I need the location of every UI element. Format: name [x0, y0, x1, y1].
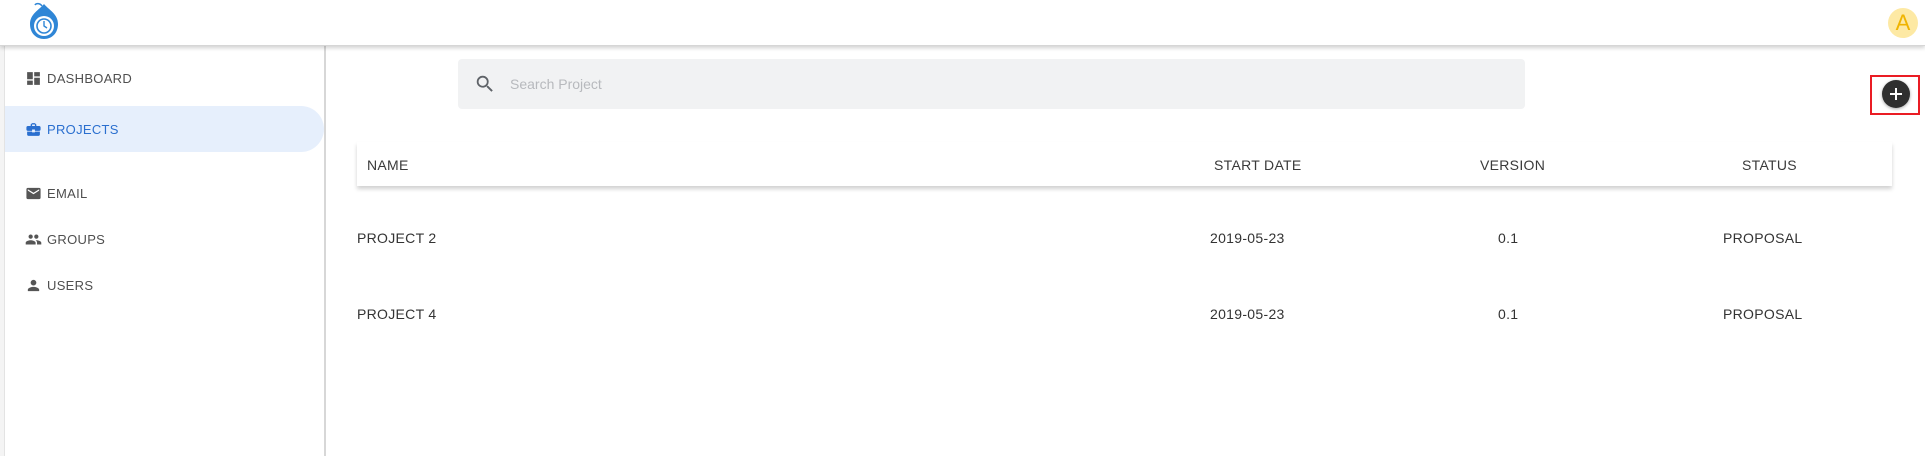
search-input[interactable] — [508, 75, 1412, 93]
cell-start-date: 2019-05-23 — [1210, 306, 1285, 322]
sidebar-item-label: DASHBOARD — [47, 70, 133, 86]
sidebar-item-projects[interactable]: PROJECTS — [5, 106, 324, 152]
sidebar-item-label: GROUPS — [47, 231, 106, 247]
search-bar — [458, 59, 1525, 109]
cell-status: PROPOSAL — [1723, 230, 1803, 246]
cell-version: 0.1 — [1498, 230, 1519, 246]
table-row[interactable]: PROJECT 4 2019-05-23 0.1 PROPOSAL — [357, 299, 1892, 329]
top-bar: A — [0, 0, 1925, 46]
column-header-status[interactable]: STATUS — [1742, 157, 1797, 173]
sidebar-item-email[interactable]: EMAIL — [5, 170, 324, 216]
cell-version: 0.1 — [1498, 306, 1519, 322]
cell-start-date: 2019-05-23 — [1210, 230, 1285, 246]
sidebar-item-dashboard[interactable]: DASHBOARD — [5, 55, 324, 101]
briefcase-icon — [24, 120, 42, 138]
sidebar-item-label: PROJECTS — [47, 121, 119, 137]
user-avatar[interactable]: A — [1888, 8, 1918, 38]
dashboard-icon — [24, 69, 42, 87]
mail-icon — [24, 184, 42, 202]
cell-name: PROJECT 4 — [357, 306, 437, 322]
cell-status: PROPOSAL — [1723, 306, 1803, 322]
plus-icon — [1888, 86, 1904, 102]
user-icon — [24, 276, 42, 294]
sidebar-item-label: USERS — [47, 277, 94, 293]
column-header-version[interactable]: VERSION — [1480, 157, 1545, 173]
cell-name: PROJECT 2 — [357, 230, 437, 246]
sidebar-item-label: EMAIL — [47, 185, 88, 201]
column-header-name[interactable]: NAME — [367, 157, 409, 173]
search-icon — [474, 73, 496, 95]
table-row[interactable]: PROJECT 2 2019-05-23 0.1 PROPOSAL — [357, 223, 1892, 253]
sidebar-item-users[interactable]: USERS — [5, 262, 324, 308]
table-header: NAME START DATE VERSION STATUS — [357, 142, 1892, 186]
app-logo[interactable] — [22, 2, 66, 42]
sidebar-item-groups[interactable]: GROUPS — [5, 216, 324, 262]
column-header-start-date[interactable]: START DATE — [1214, 157, 1302, 173]
groups-icon — [24, 230, 42, 248]
add-project-button[interactable] — [1882, 80, 1910, 108]
sidebar: DASHBOARD PROJECTS EMAIL GROUPS USERS — [5, 46, 326, 456]
